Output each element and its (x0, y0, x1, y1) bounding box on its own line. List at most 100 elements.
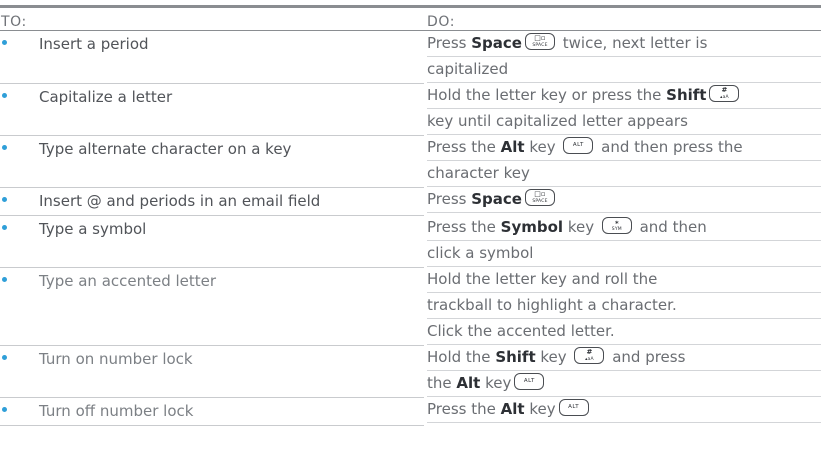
do-text: and then (634, 218, 707, 236)
do-text: twice, next letter is (557, 34, 708, 52)
header-to: TO: (0, 6, 424, 31)
key-name: Alt (500, 138, 525, 156)
do-text: Press the (427, 400, 501, 418)
table-row: Insert @ and periods in an email field P… (0, 187, 821, 216)
do-cell: Press Space □▫ SPACE (424, 187, 821, 215)
key-name: Shift (666, 86, 707, 104)
to-text: Type an accented letter (39, 271, 217, 290)
do-cell: Press the Alt key ALT (424, 397, 821, 425)
key-glyph: □▫ (534, 34, 546, 42)
table-row: Type an accented letter Hold the letter … (0, 267, 821, 346)
shift-key-icon: # ▴aA (574, 347, 605, 364)
do-line: Click the accented letter. (427, 319, 821, 345)
do-cell: Press Space □▫ SPACE twice, next letter is… (424, 31, 821, 83)
table-header-row: TO: DO: (0, 6, 821, 31)
do-line: Hold the Shift key # ▴aA and press (427, 345, 821, 371)
do-text: key (480, 374, 512, 392)
do-cell: Press the Symbol key ⁎ SYM and then click… (424, 215, 821, 267)
do-text: trackball to highlight a character. (427, 296, 677, 314)
key-name: Shift (495, 348, 536, 366)
bullet-icon (2, 276, 7, 282)
table-row: Turn on number lock Hold the Shift key #… (0, 345, 821, 398)
to-cell: Type alternate character on a key (0, 135, 424, 188)
do-line: Press the Alt key ALT and then press the (427, 135, 821, 161)
do-line: click a symbol (427, 241, 821, 267)
do-line: capitalized (427, 57, 821, 83)
alt-key-icon: ALT (563, 137, 594, 154)
do-text: character key (427, 164, 530, 182)
symbol-key-icon: ⁎ SYM (601, 217, 632, 234)
key-name: Space (471, 34, 522, 52)
bullet-icon (2, 354, 7, 360)
to-text: Turn on number lock (39, 349, 193, 368)
to-text: Insert @ and periods in an email field (39, 191, 321, 210)
key-name: Symbol (500, 218, 564, 236)
shift-key-icon: # ▴aA (709, 85, 740, 102)
page: TO: DO: Insert a period Press Space □▫ SPA… (0, 0, 821, 473)
bullet-icon (2, 224, 7, 230)
do-line: character key (427, 161, 821, 187)
do-text: Hold the (427, 348, 496, 366)
to-cell: Insert @ and periods in an email field (0, 187, 424, 216)
do-line: Press Space □▫ SPACE (427, 187, 821, 213)
key-label: SPACE (532, 43, 548, 48)
alt-key-icon: ALT (558, 399, 589, 416)
space-key-icon: □▫ SPACE (524, 189, 555, 206)
do-text: the (427, 374, 457, 392)
key-glyph: # (586, 348, 593, 356)
table-row: Turn off number lock Press the Alt key AL… (0, 397, 821, 426)
do-line: Hold the letter key or press the Shift # ▴… (427, 83, 821, 109)
table-row: Type alternate character on a key Press … (0, 135, 821, 188)
do-text: Press (427, 34, 472, 52)
key-name: Space (471, 190, 522, 208)
bullet-icon (2, 92, 7, 98)
to-cell: Turn off number lock (0, 397, 424, 426)
do-text: and press (607, 348, 686, 366)
do-cell: Hold the letter key or press the Shift # ▴… (424, 83, 821, 135)
do-line: the Alt key ALT (427, 371, 821, 397)
bullet-icon (2, 196, 7, 202)
do-text: Hold the letter key and roll the (427, 270, 658, 288)
to-cell: Insert a period (0, 30, 424, 84)
bullet-icon (2, 406, 7, 412)
key-glyph: ⁎ (615, 218, 619, 226)
key-label: ALT (523, 378, 535, 384)
to-text: Type a symbol (39, 219, 147, 238)
do-cell: Press the Alt key ALT and then press the… (424, 135, 821, 187)
to-cell: Type a symbol (0, 215, 424, 268)
key-label: ▴aA (585, 357, 594, 362)
key-name: Alt (456, 374, 481, 392)
key-label: SPACE (532, 199, 548, 204)
key-label: ALT (568, 404, 580, 410)
table-row: Type a symbol Press the Symbol key ⁎ SYM … (0, 215, 821, 268)
bullet-icon (2, 144, 7, 150)
bullet-icon (2, 40, 7, 45)
keyboard-shortcuts-table: TO: DO: Insert a period Press Space □▫ SPA… (0, 5, 821, 426)
header-do: DO: (424, 6, 821, 31)
to-cell: Turn on number lock (0, 345, 424, 398)
to-text: Turn off number lock (39, 401, 194, 420)
do-line: Press the Alt key ALT (427, 397, 821, 423)
table-row: Insert a period Press Space □▫ SPACE twice… (0, 30, 821, 84)
do-text: capitalized (427, 60, 509, 78)
do-text: key (524, 400, 556, 418)
do-line: Press Space □▫ SPACE twice, next letter is (427, 31, 821, 57)
do-line: key until capitalized letter appears (427, 109, 821, 135)
to-cell: Type an accented letter (0, 267, 424, 346)
do-text: key until capitalized letter appears (427, 112, 688, 130)
do-line: Press the Symbol key ⁎ SYM and then (427, 215, 821, 241)
do-text: click a symbol (427, 244, 534, 262)
do-line: Hold the letter key and roll the (427, 267, 821, 293)
do-text: Press the (427, 138, 501, 156)
do-text: Hold the letter key or press the (427, 86, 667, 104)
to-text: Capitalize a letter (39, 87, 173, 106)
key-glyph: # (721, 86, 728, 94)
do-text: Click the accented letter. (427, 322, 615, 340)
key-name: Alt (500, 400, 525, 418)
key-label: ▴aA (720, 95, 729, 100)
do-text: and then press the (596, 138, 743, 156)
do-text: key (563, 218, 599, 236)
do-line: trackball to highlight a character. (427, 293, 821, 319)
do-text: key (524, 138, 561, 156)
space-key-icon: □▫ SPACE (524, 33, 555, 50)
